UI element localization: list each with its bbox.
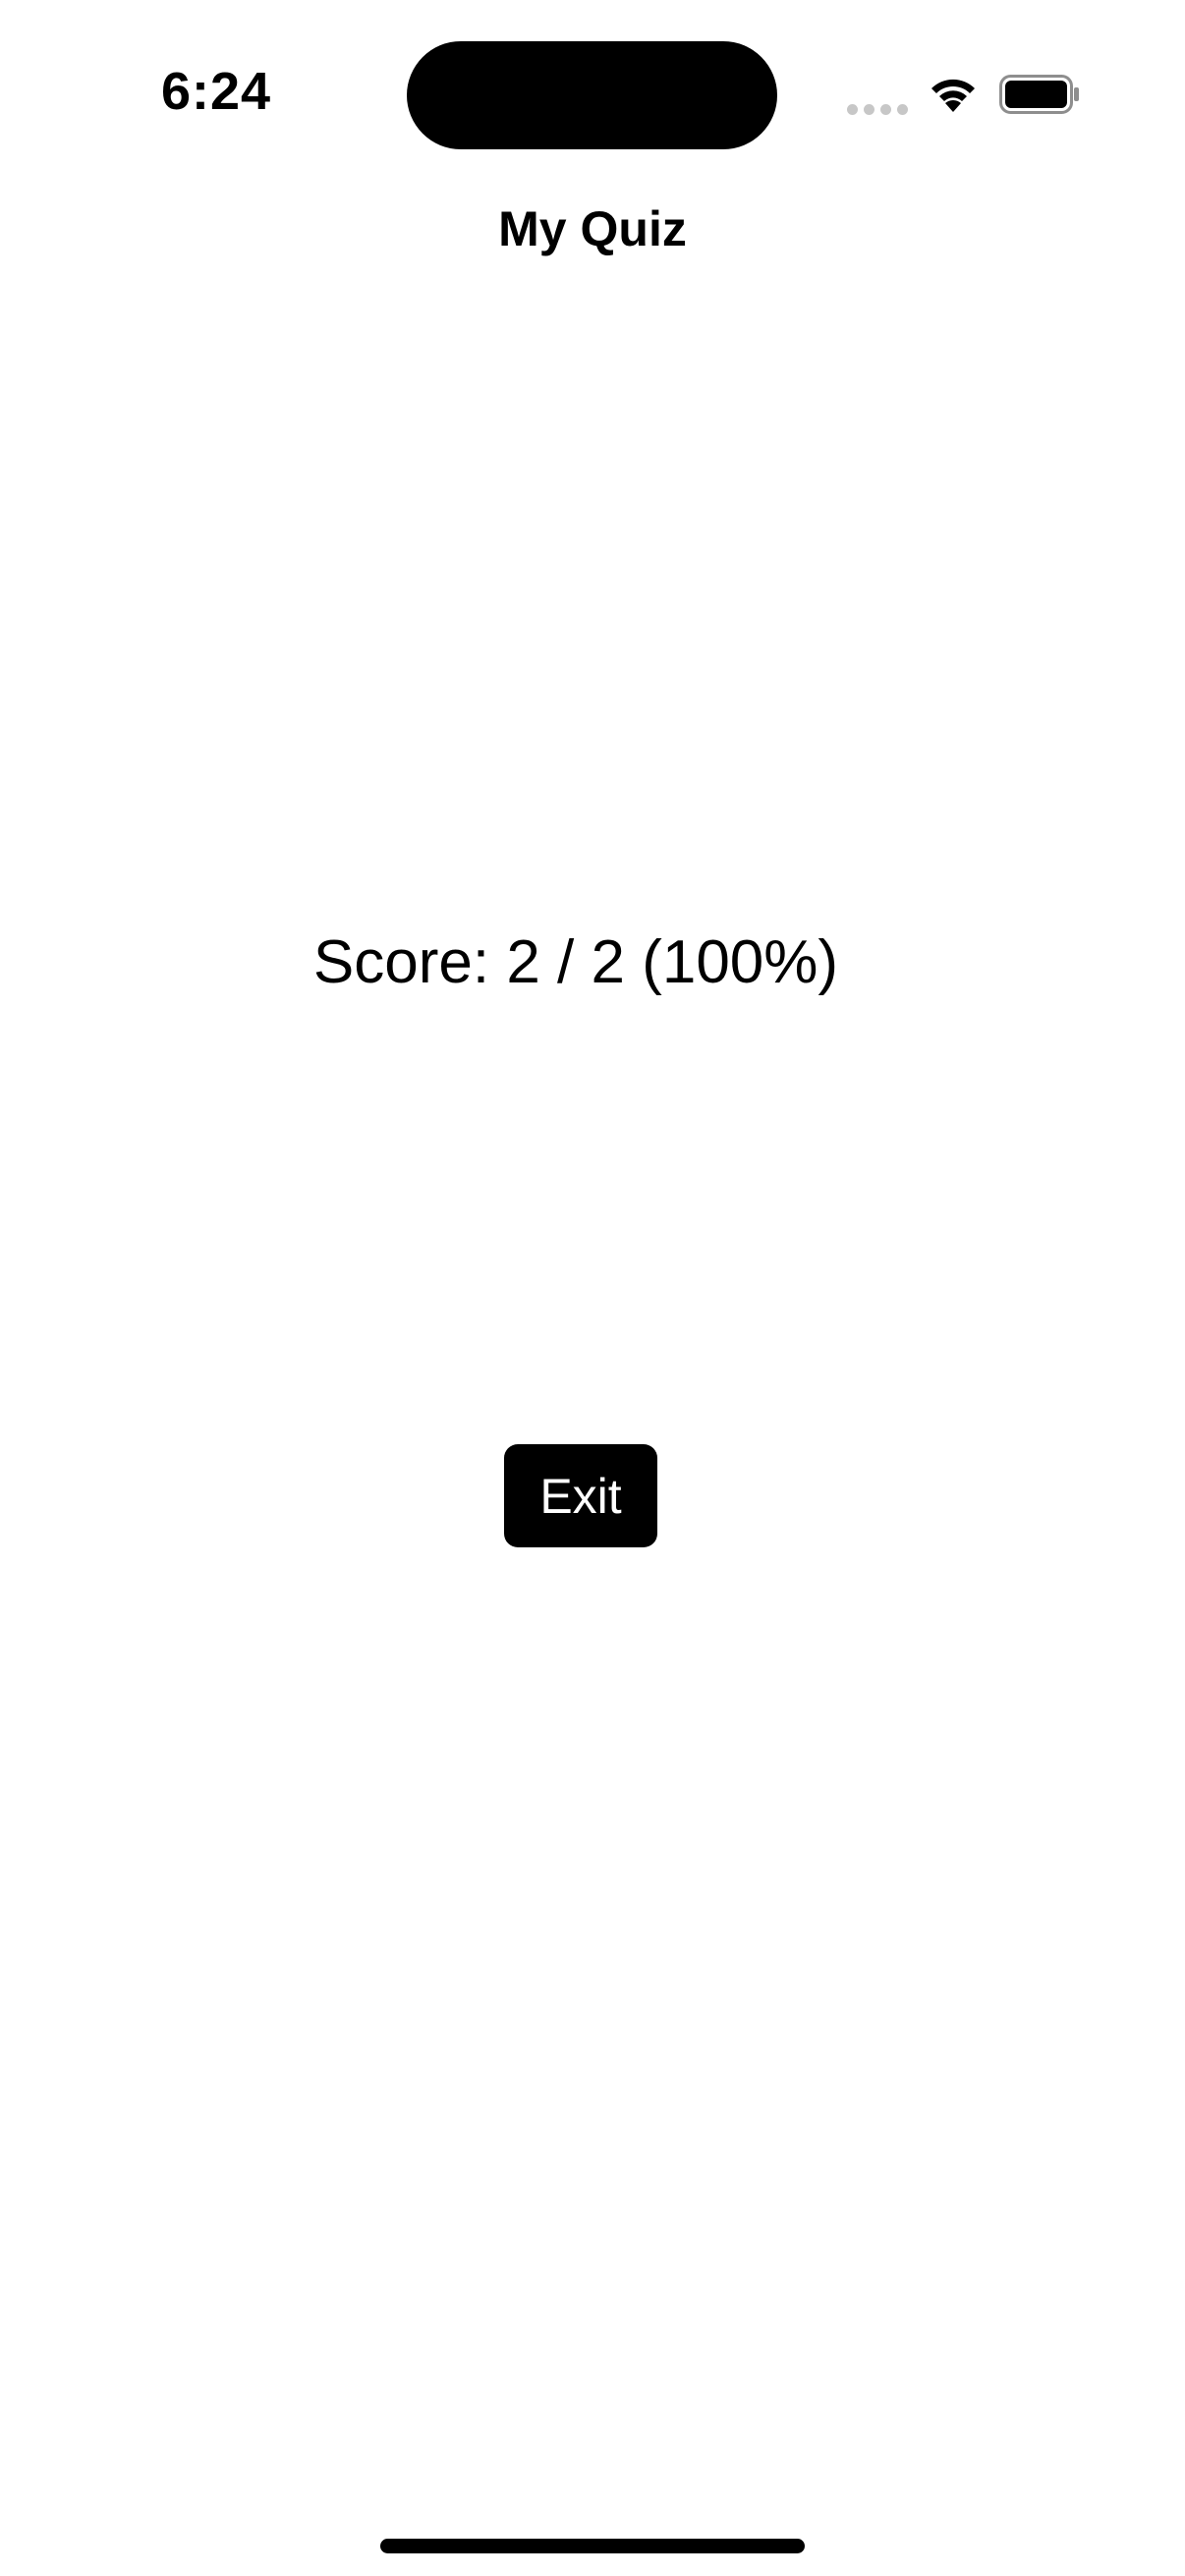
status-bar: 6:24 (0, 0, 1185, 157)
status-time: 6:24 (160, 62, 272, 121)
battery-icon (999, 75, 1079, 114)
exit-button[interactable]: Exit (504, 1444, 657, 1547)
dynamic-island (407, 41, 777, 149)
wifi-icon (931, 79, 975, 112)
home-indicator[interactable] (380, 2539, 805, 2553)
page-title: My Quiz (498, 201, 687, 256)
cellular-signal-icon (847, 102, 908, 116)
score-text: Score: 2 / 2 (100%) (312, 928, 839, 996)
